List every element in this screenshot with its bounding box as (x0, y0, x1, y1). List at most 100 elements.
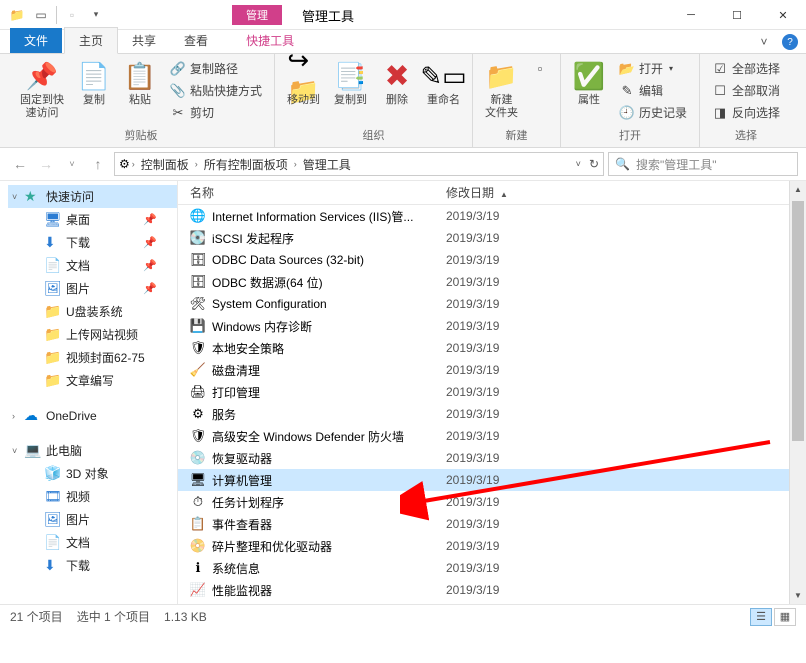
nav-downloads2[interactable]: ⬇下载 (8, 554, 177, 577)
nav-desktop[interactable]: 🖥桌面📌 (8, 208, 177, 231)
select-all-button[interactable]: ☑全部选择 (708, 58, 784, 79)
nav-pictures[interactable]: 🖼图片📌 (8, 277, 177, 300)
col-date[interactable]: 修改日期▲ (438, 184, 528, 201)
list-item[interactable]: ⏱任务计划程序2019/3/19 (178, 491, 806, 513)
new-item-button[interactable]: ▫ (528, 58, 552, 78)
list-item[interactable]: ℹ系统信息2019/3/19 (178, 557, 806, 579)
list-item[interactable]: 🛡高级安全 Windows Defender 防火墙2019/3/19 (178, 425, 806, 447)
open-button[interactable]: 📂打开▾ (615, 58, 691, 79)
list-item[interactable]: 🗄ODBC Data Sources (32-bit)2019/3/19 (178, 249, 806, 271)
scroll-thumb[interactable] (792, 201, 804, 441)
tab-context[interactable]: 快捷工具 (232, 28, 308, 53)
nav-documents2[interactable]: 📄文档 (8, 531, 177, 554)
newfolder-icon: 📁 (486, 60, 518, 92)
list-item[interactable]: 📀碎片整理和优化驱动器2019/3/19 (178, 535, 806, 557)
search-input[interactable]: 🔍 搜索"管理工具" (608, 152, 798, 176)
back-button[interactable]: ← (8, 152, 32, 176)
list-item[interactable]: 💾Windows 内存诊断2019/3/19 (178, 315, 806, 337)
ribbon-collapse-icon[interactable]: ˅ (756, 34, 772, 50)
list-item[interactable]: ⚙服务2019/3/19 (178, 403, 806, 425)
view-details-button[interactable]: ☰ (750, 608, 772, 626)
pin-button[interactable]: 📌固定到快 速访问 (16, 58, 68, 122)
list-item[interactable]: 💽iSCSI 发起程序2019/3/19 (178, 227, 806, 249)
list-item[interactable]: 🖨打印管理2019/3/19 (178, 381, 806, 403)
nav-thispc[interactable]: ˅💻此电脑 (8, 439, 177, 462)
copyto-icon: 📑 (335, 60, 367, 92)
rename-button[interactable]: ✎▭重命名 (423, 58, 464, 109)
list-item[interactable]: 🧹磁盘清理2019/3/19 (178, 359, 806, 381)
dropdown-icon[interactable]: ˅ (576, 159, 581, 169)
list-item[interactable]: 🗄ODBC 数据源(64 位)2019/3/19 (178, 271, 806, 293)
history-button[interactable]: 🕘历史记录 (615, 102, 691, 123)
crumb-b[interactable]: 所有控制面板项 (200, 154, 292, 175)
recent-button[interactable]: ˅ (60, 152, 84, 176)
file-name: 系统信息 (212, 560, 438, 577)
crumb-a[interactable]: 控制面板 (137, 154, 193, 175)
nav-folder2[interactable]: 📁上传网站视频 (8, 323, 177, 346)
nav-folder4[interactable]: 📁文章编写 (8, 369, 177, 392)
cut-button[interactable]: ✂剪切 (166, 102, 266, 123)
nav-onedrive[interactable]: ›☁OneDrive (8, 404, 177, 427)
list-item[interactable]: 🛡本地安全策略2019/3/19 (178, 337, 806, 359)
select-none-button[interactable]: ☐全部取消 (708, 80, 784, 101)
view-icons-button[interactable]: ▦ (774, 608, 796, 626)
scroll-down-icon[interactable]: ▼ (790, 587, 806, 604)
move-to-button[interactable]: ↪📁移动到 (283, 58, 324, 109)
ribbon-tabs: 文件 主页 共享 查看 快捷工具 ˅ ? (0, 30, 806, 54)
tab-share[interactable]: 共享 (118, 28, 170, 53)
edit-button[interactable]: ✎编辑 (615, 80, 691, 101)
close-button[interactable]: ✕ (760, 0, 806, 30)
tab-file[interactable]: 文件 (10, 28, 62, 53)
help-icon[interactable]: ? (782, 34, 798, 50)
properties-button[interactable]: ✅属性 (569, 58, 609, 109)
nav-folder1[interactable]: 📁U盘装系统 (8, 300, 177, 323)
scrollbar[interactable]: ▲ ▼ (789, 181, 806, 604)
sort-asc-icon: ▲ (500, 190, 508, 199)
col-name[interactable]: 名称 (178, 184, 438, 201)
nav-pictures2[interactable]: 🖼图片 (8, 508, 177, 531)
refresh-icon[interactable]: ↻ (589, 157, 599, 171)
copy-button[interactable]: 📄复制 (74, 58, 114, 109)
minimize-button[interactable]: ─ (668, 0, 714, 30)
path-icon: 🔗 (170, 61, 186, 77)
crumb-c[interactable]: 管理工具 (299, 154, 355, 175)
delete-button[interactable]: ✖删除 (377, 58, 417, 109)
window-title: 管理工具 (282, 6, 374, 25)
scroll-up-icon[interactable]: ▲ (790, 181, 806, 198)
window-controls: ─ ☐ ✕ (668, 0, 806, 30)
pin-icon: 📌 (143, 236, 157, 249)
list-item[interactable]: 🖥计算机管理2019/3/19 (178, 469, 806, 491)
file-date: 2019/3/19 (438, 451, 499, 465)
file-date: 2019/3/19 (438, 319, 499, 333)
nav-videos[interactable]: 🎞视频 (8, 485, 177, 508)
list-item[interactable]: 📈性能监视器2019/3/19 (178, 579, 806, 601)
invert-selection-button[interactable]: ◨反向选择 (708, 102, 784, 123)
qat-properties-icon[interactable]: ▭ (30, 4, 52, 26)
forward-button[interactable]: → (34, 152, 58, 176)
nav-folder3[interactable]: 📁视频封面62-75 (8, 346, 177, 369)
list-item[interactable]: 🛠System Configuration2019/3/19 (178, 293, 806, 315)
column-headers: 名称 修改日期▲ (178, 181, 806, 205)
paste-button[interactable]: 📋粘贴 (120, 58, 160, 109)
copy-to-button[interactable]: 📑复制到 (330, 58, 371, 109)
qat-newfolder-icon[interactable]: ▫ (61, 4, 83, 26)
invert-icon: ◨ (712, 105, 728, 121)
list-item[interactable]: 📋事件查看器2019/3/19 (178, 513, 806, 535)
nav-documents[interactable]: 📄文档📌 (8, 254, 177, 277)
tab-home[interactable]: 主页 (64, 27, 118, 54)
delete-icon: ✖ (381, 60, 413, 92)
list-item[interactable]: 🌐Internet Information Services (IIS)管...… (178, 205, 806, 227)
tab-view[interactable]: 查看 (170, 28, 222, 53)
nav-downloads[interactable]: ⬇下载📌 (8, 231, 177, 254)
nav-3d[interactable]: 🧊3D 对象 (8, 462, 177, 485)
new-folder-button[interactable]: 📁新建 文件夹 (481, 58, 522, 122)
breadcrumb[interactable]: ⚙ › 控制面板 › 所有控制面板项 › 管理工具 ˅ ↻ (114, 152, 604, 176)
copy-path-button[interactable]: 🔗复制路径 (166, 58, 266, 79)
qat-dropdown-icon[interactable]: ▾ (85, 4, 107, 26)
rename-icon: ✎▭ (428, 60, 460, 92)
maximize-button[interactable]: ☐ (714, 0, 760, 30)
nav-quick-access[interactable]: ˅★快速访问 (8, 185, 177, 208)
list-item[interactable]: 💿恢复驱动器2019/3/19 (178, 447, 806, 469)
up-button[interactable]: ↑ (86, 152, 110, 176)
paste-shortcut-button[interactable]: 📎粘贴快捷方式 (166, 80, 266, 101)
